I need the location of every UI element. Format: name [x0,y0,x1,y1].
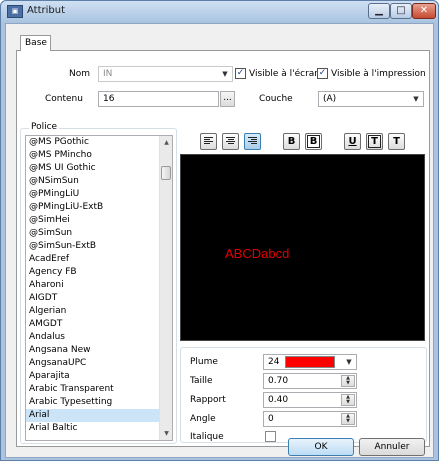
font-item[interactable]: Aharoni [26,279,160,292]
couche-label: Couche [259,94,293,104]
couche-combo[interactable]: (A) ▼ [318,91,424,107]
title-bar[interactable]: ▣ Attribut ▁ □ ✕ [1,1,438,23]
align-left-button[interactable] [200,133,217,150]
close-button[interactable]: ✕ [412,3,436,19]
font-item[interactable]: @SimSun-ExtB [26,240,160,253]
font-item[interactable]: @PMingLiU-ExtB [26,201,160,214]
cancel-button[interactable]: Annuler [359,438,425,456]
ok-button[interactable]: OK [288,438,354,456]
font-item[interactable]: AMGDT [26,318,160,331]
plume-value: 24 [268,357,280,367]
font-listbox[interactable]: @MS PGothic @MS PMincho @MS UI Gothic @N… [25,135,173,441]
align-right-button[interactable] [244,133,261,150]
italique-checkbox[interactable] [265,431,276,442]
window-title: Attribut [27,5,66,16]
font-item[interactable]: Algerian [26,305,160,318]
font-item[interactable]: AIGDT [26,292,160,305]
visible-ecran-label: Visible à l'écran [249,69,321,79]
scroll-down-icon[interactable]: ▼ [160,427,172,440]
dialog-client-area: Base Nom IN ▼ ✓ Visible à l'écran ✓ Visi… [5,23,434,458]
tab-page-base: Nom IN ▼ ✓ Visible à l'écran ✓ Visible à… [16,50,430,447]
font-item[interactable]: Angsana New [26,344,160,357]
plume-label: Plume [190,357,218,367]
couche-value: (A) [323,94,337,104]
visible-ecran-checkbox[interactable]: ✓ [235,68,246,79]
angle-spinbox[interactable]: 0 ▲ ▼ [263,411,357,427]
overline-button[interactable]: T [366,133,383,150]
dialog-window: ▣ Attribut ▁ □ ✕ Base Nom IN ▼ ✓ Visible… [0,0,439,461]
chevron-down-icon: ▼ [346,358,352,366]
font-item[interactable]: @NSimSun [26,175,160,188]
font-item[interactable]: @MS UI Gothic [26,162,160,175]
nom-label: Nom [69,69,91,79]
font-item[interactable]: @MS PGothic [26,136,160,149]
angle-value: 0 [268,414,274,424]
properties-groupbox: Plume 24 ▼ Taille 0.70 ▲ ▼ Rapport 0.40 ▲… [180,347,427,443]
chevron-down-icon: ▼ [222,70,228,78]
app-icon: ▣ [7,5,23,18]
contenu-label: Contenu [45,94,83,104]
align-left-icon [204,137,213,146]
angle-label: Angle [190,414,216,424]
visible-impression-label: Visible à l'impression [331,69,426,79]
spin-arrows-icon[interactable]: ▲ ▼ [341,375,355,387]
visible-impression-checkbox[interactable]: ✓ [317,68,328,79]
contenu-input[interactable]: 16 [98,91,219,107]
font-item[interactable]: Arabic Transparent [26,383,160,396]
text-preview: ABCDabcd [180,154,425,341]
maximize-button[interactable]: □ [390,3,412,19]
scroll-thumb[interactable] [161,166,171,180]
font-item[interactable]: Andalus [26,331,160,344]
font-item[interactable]: AcadEref [26,253,160,266]
chevron-down-icon: ▼ [413,95,419,103]
font-item[interactable]: Arabic Typesetting [26,396,160,409]
font-item[interactable]: Arial Baltic [26,422,160,435]
nom-value: IN [103,69,113,79]
plume-color-swatch [285,356,335,368]
tab-base[interactable]: Base [20,35,51,51]
spin-arrows-icon[interactable]: ▲ ▼ [341,413,355,425]
taille-label: Taille [190,376,213,386]
font-item[interactable]: Aparajita [26,370,160,383]
font-item-selected[interactable]: Arial [26,409,160,422]
align-right-icon [248,137,257,146]
align-center-icon [226,137,235,146]
police-label: Police [29,122,60,132]
scroll-up-icon[interactable]: ▲ [160,136,172,149]
taille-value: 0.70 [268,376,289,386]
browse-button[interactable]: ... [220,91,235,107]
font-item[interactable]: AngsanaUPC [26,357,160,370]
font-list-scrollbar[interactable]: ▲ ▼ [159,136,172,440]
plume-combo[interactable]: 24 ▼ [263,354,357,370]
rapport-label: Rapport [190,395,226,405]
bold-outline-button[interactable]: B [305,133,322,150]
taille-spinbox[interactable]: 0.70 ▲ ▼ [263,373,357,389]
font-item[interactable]: @SimHei [26,214,160,227]
rapport-spinbox[interactable]: 0.40 ▲ ▼ [263,392,357,408]
underline-button[interactable]: U [344,133,361,150]
rapport-value: 0.40 [268,395,289,405]
police-groupbox: Police @MS PGothic @MS PMincho @MS UI Go… [20,122,177,444]
bold-button[interactable]: B [283,133,300,150]
italique-label: Italique [190,432,224,442]
font-item[interactable]: Agency FB [26,266,160,279]
font-item[interactable]: @MS PMincho [26,149,160,162]
preview-text: ABCDabcd [225,246,290,261]
spin-arrows-icon[interactable]: ▲ ▼ [341,394,355,406]
minimize-button[interactable]: ▁ [368,3,390,19]
align-center-button[interactable] [222,133,239,150]
nom-combo[interactable]: IN ▼ [98,66,233,82]
font-item[interactable]: @PMingLiU [26,188,160,201]
font-item[interactable]: @SimSun [26,227,160,240]
tau-button[interactable]: T [388,133,405,150]
